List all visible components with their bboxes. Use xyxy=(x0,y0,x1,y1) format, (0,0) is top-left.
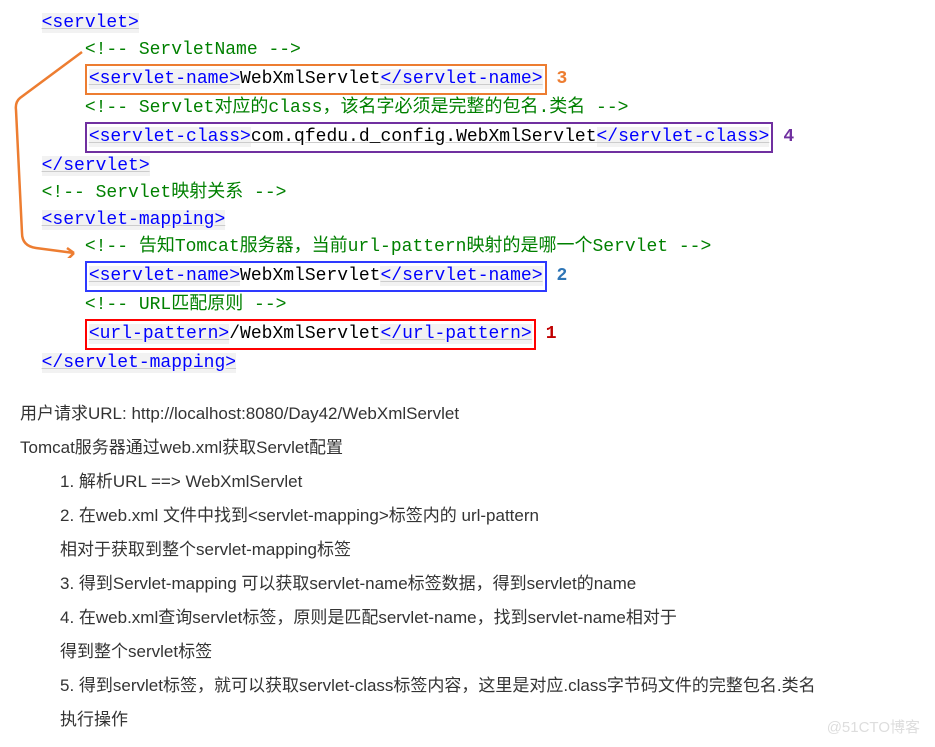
explain-step: 得到整个servlet标签 xyxy=(60,635,935,669)
xml-comment: <!-- Servlet对应的class，该名字必须是完整的包名.类名 --> xyxy=(20,95,935,122)
explain-step: 2. 在web.xml 文件中找到<servlet-mapping>标签内的 u… xyxy=(60,499,935,533)
explain-text: 用户请求URL: http://localhost:8080/Day42/Web… xyxy=(20,397,935,431)
watermark: @51CTO博客 xyxy=(827,716,920,737)
code-line: <servlet> xyxy=(20,10,935,37)
code-line: <servlet-mapping> xyxy=(20,207,935,234)
explain-step: 执行操作 xyxy=(60,703,935,737)
explain-step: 1. 解析URL ==> WebXmlServlet xyxy=(60,465,935,499)
servlet-name-mapping-line: <servlet-name>WebXmlServlet</servlet-nam… xyxy=(20,261,935,292)
url-pattern-line: <url-pattern>/WebXmlServlet</url-pattern… xyxy=(20,319,935,350)
xml-comment: <!-- Servlet映射关系 --> xyxy=(20,180,935,207)
servlet-name-line: <servlet-name>WebXmlServlet</servlet-nam… xyxy=(20,64,935,95)
explain-text: Tomcat服务器通过web.xml获取Servlet配置 xyxy=(20,431,935,465)
xml-comment: <!-- ServletName --> xyxy=(20,37,935,64)
code-block: <servlet> <!-- ServletName --> <servlet-… xyxy=(20,10,935,377)
xml-comment: <!-- URL匹配原则 --> xyxy=(20,292,935,319)
code-line: </servlet> xyxy=(20,153,935,180)
explain-step: 5. 得到servlet标签，就可以获取servlet-class标签内容，这里… xyxy=(60,669,935,703)
explain-step: 4. 在web.xml查询servlet标签，原则是匹配servlet-name… xyxy=(60,601,935,635)
code-line: </servlet-mapping> xyxy=(20,350,935,377)
explain-step: 3. 得到Servlet-mapping 可以获取servlet-name标签数… xyxy=(60,567,935,601)
explanation-block: 用户请求URL: http://localhost:8080/Day42/Web… xyxy=(20,397,935,737)
explain-step: 相对于获取到整个servlet-mapping标签 xyxy=(60,533,935,567)
xml-comment: <!-- 告知Tomcat服务器，当前url-pattern映射的是哪一个Ser… xyxy=(20,234,935,261)
servlet-class-line: <servlet-class>com.qfedu.d_config.WebXml… xyxy=(20,122,935,153)
